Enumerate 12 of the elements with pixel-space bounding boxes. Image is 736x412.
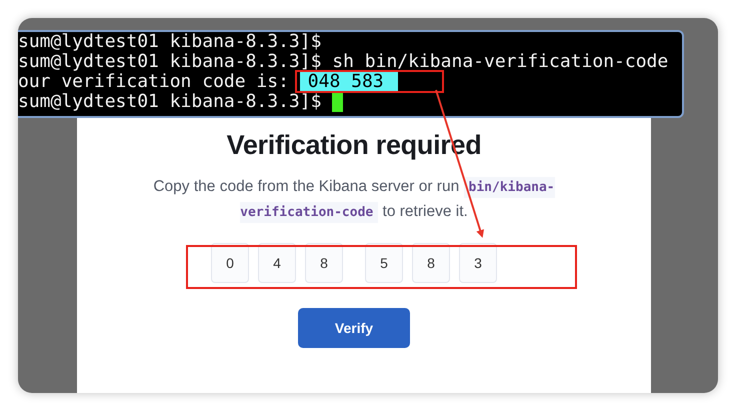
code-digit-field[interactable]: 0 bbox=[211, 243, 249, 283]
code-digit-field[interactable]: 4 bbox=[258, 243, 296, 283]
code-digit-field[interactable]: 5 bbox=[365, 243, 403, 283]
terminal-line: our verification code is: bbox=[18, 72, 290, 92]
verify-button[interactable]: Verify bbox=[298, 308, 410, 348]
code-digit-field[interactable]: 8 bbox=[412, 243, 450, 283]
terminal-line: sum@lydtest01 kibana-8.3.3]$ sh bin/kibana-verification-code bbox=[18, 52, 668, 72]
terminal-line: sum@lydtest01 kibana-8.3.3]$ bbox=[18, 92, 322, 112]
code-digit-field[interactable]: 3 bbox=[459, 243, 497, 283]
terminal-line: sum@lydtest01 kibana-8.3.3]$ bbox=[18, 32, 322, 52]
verification-code: 048 583 bbox=[300, 72, 398, 92]
code-digit-field[interactable]: 8 bbox=[305, 243, 343, 283]
